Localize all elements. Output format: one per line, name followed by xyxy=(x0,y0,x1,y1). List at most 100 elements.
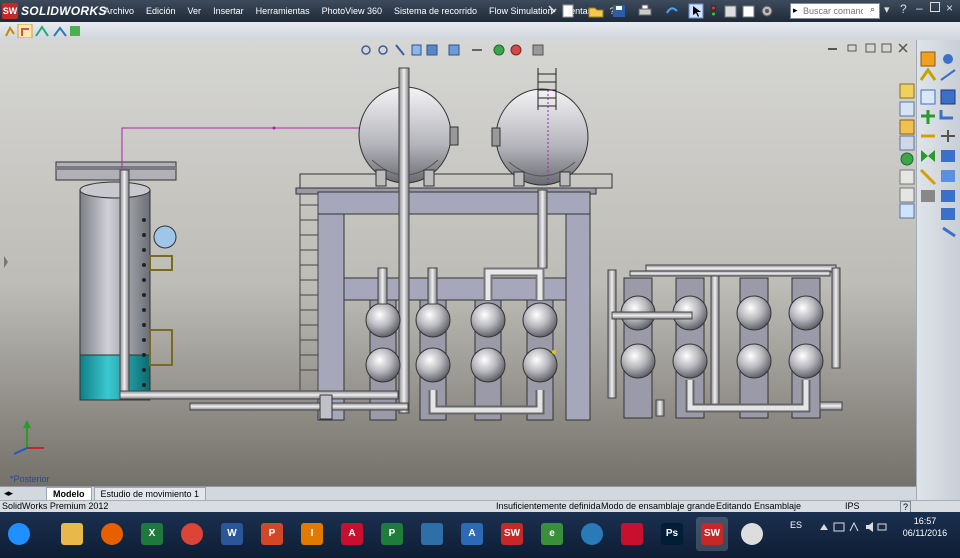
taskbar-powerpoint[interactable]: P xyxy=(256,517,288,551)
rebuild-icon[interactable] xyxy=(724,5,737,18)
active-pipe-icon[interactable] xyxy=(17,24,33,38)
tab-modelo[interactable]: Modelo xyxy=(46,487,92,501)
taskbar-clock[interactable]: 16:57 06/11/2016 xyxy=(890,515,960,539)
menu-insertar[interactable]: Insertar xyxy=(207,6,250,16)
viewport-minimize-icon[interactable] xyxy=(828,48,837,50)
taskbar-file-explorer[interactable] xyxy=(56,517,88,551)
cube-iso-icon[interactable] xyxy=(941,170,955,182)
menu-edicion[interactable]: Edición xyxy=(140,6,182,16)
file-properties-icon[interactable] xyxy=(742,5,755,18)
graphics-area[interactable]: *Posterior xyxy=(0,40,916,486)
connection-point-icon[interactable] xyxy=(941,130,955,142)
taskbar-paint[interactable] xyxy=(736,517,768,551)
new-document-icon[interactable] xyxy=(562,4,574,18)
tab-scroll-icon[interactable]: ◂▸ xyxy=(4,488,13,499)
undo-icon[interactable] xyxy=(666,7,678,14)
language-indicator[interactable]: ES xyxy=(790,520,802,530)
taskbar-chrome[interactable] xyxy=(176,517,208,551)
close-icon[interactable]: × xyxy=(946,1,953,15)
taskbar-revit[interactable]: A xyxy=(456,517,488,551)
tray-app-icon[interactable] xyxy=(833,522,845,532)
pin-icon[interactable] xyxy=(548,5,557,15)
piping-library-icon[interactable] xyxy=(899,187,915,203)
search-dropdown-icon[interactable]: ▾ xyxy=(884,3,890,16)
feature-tree-expand-icon[interactable] xyxy=(4,256,8,268)
taskbar-photoshop[interactable]: Ps xyxy=(656,517,688,551)
section-view-icon[interactable] xyxy=(411,44,422,56)
auto-route-icon[interactable] xyxy=(35,25,49,37)
taskbar-solidworks-active[interactable]: SW xyxy=(696,517,728,551)
taskbar-excel[interactable]: X xyxy=(136,517,168,551)
zoom-to-fit-icon[interactable] xyxy=(361,45,371,55)
appearances-icon[interactable] xyxy=(900,152,914,166)
edit-appearance-icon[interactable] xyxy=(493,44,505,56)
sketch-line-icon[interactable] xyxy=(940,69,956,81)
save-icon[interactable] xyxy=(613,5,625,17)
options-gear-icon[interactable] xyxy=(761,5,773,17)
taskbar-firefox[interactable] xyxy=(96,517,128,551)
routing-tool-icon[interactable] xyxy=(920,51,936,67)
print-icon[interactable] xyxy=(638,4,652,16)
taskbar-windows-start[interactable] xyxy=(3,517,35,551)
taskbar-word[interactable]: W xyxy=(216,517,248,551)
tab-motion-study[interactable]: Estudio de movimiento 1 xyxy=(93,487,207,501)
taskbar-autocad[interactable]: A xyxy=(336,517,368,551)
menu-sistema-recorrido[interactable]: Sistema de recorrido xyxy=(388,6,483,16)
routing-library-icon[interactable] xyxy=(899,203,915,219)
select-pointer-icon[interactable] xyxy=(688,3,704,19)
edit-route-icon[interactable] xyxy=(53,26,67,37)
taskbar-project[interactable]: P xyxy=(376,517,408,551)
view-palette-icon[interactable] xyxy=(899,135,915,151)
grip-icon[interactable] xyxy=(921,190,935,202)
custom-properties-icon[interactable] xyxy=(899,169,915,185)
route-tool-icon[interactable] xyxy=(5,26,15,37)
viewport-split-icon[interactable] xyxy=(865,43,876,53)
search-commands[interactable]: ▸ ⌕ xyxy=(790,3,880,19)
viewport-restore-icon[interactable] xyxy=(847,44,857,52)
traffic-light-icon[interactable] xyxy=(711,5,716,17)
taskbar-update[interactable] xyxy=(576,517,608,551)
apply-scene-icon[interactable] xyxy=(510,44,522,56)
viewport-close-icon[interactable] xyxy=(898,43,908,53)
menu-photoview[interactable]: PhotoView 360 xyxy=(316,6,388,16)
notification-icon[interactable] xyxy=(877,523,887,531)
tray-expand-icon[interactable] xyxy=(820,524,828,530)
tee-icon[interactable] xyxy=(921,110,935,124)
display-style-icon[interactable] xyxy=(448,44,460,56)
fitting-icon[interactable] xyxy=(940,89,956,105)
help-icon[interactable]: ? xyxy=(900,2,907,16)
units-status[interactable]: IPS xyxy=(845,501,860,511)
route-segment-icon[interactable] xyxy=(919,67,937,81)
search-icon[interactable]: ⌕ xyxy=(870,4,875,15)
viewport-maximize-icon[interactable] xyxy=(881,43,892,53)
zoom-area-icon[interactable] xyxy=(378,45,388,55)
file-explorer-pane-icon[interactable] xyxy=(899,119,915,135)
minimize-icon[interactable]: – xyxy=(916,1,923,15)
pin-route-icon[interactable] xyxy=(943,54,953,64)
solidworks-logo[interactable]: SW SOLIDWORKS xyxy=(2,2,107,20)
design-library-icon[interactable] xyxy=(899,83,915,99)
open-folder-icon[interactable] xyxy=(588,7,604,18)
taskbar-edrawings[interactable]: e xyxy=(536,517,568,551)
previous-view-icon[interactable] xyxy=(395,44,405,56)
route-properties-icon[interactable] xyxy=(70,26,80,36)
volume-icon[interactable] xyxy=(866,522,873,532)
resources-icon[interactable] xyxy=(899,101,915,117)
search-input[interactable] xyxy=(791,4,863,17)
taskbar-autodesk-app[interactable] xyxy=(416,517,448,551)
taskbar-solidworks[interactable]: SW xyxy=(496,517,528,551)
cube-front-icon[interactable] xyxy=(941,190,955,202)
cube-top-icon[interactable] xyxy=(941,208,955,220)
hanger-icon[interactable] xyxy=(919,168,937,186)
maximize-icon[interactable] xyxy=(930,2,940,12)
elbow-icon[interactable] xyxy=(939,110,953,120)
menu-ver[interactable]: Ver xyxy=(182,6,208,16)
valve-icon[interactable] xyxy=(921,150,935,162)
view-settings-icon[interactable] xyxy=(532,44,544,56)
network-icon[interactable] xyxy=(849,521,859,532)
cube-view-icon[interactable] xyxy=(941,150,955,162)
menu-archivo[interactable]: Archivo xyxy=(98,6,140,16)
flange-icon[interactable] xyxy=(920,89,936,105)
taskbar-inventor[interactable]: I xyxy=(296,517,328,551)
menu-herramientas[interactable]: Herramientas xyxy=(250,6,316,16)
